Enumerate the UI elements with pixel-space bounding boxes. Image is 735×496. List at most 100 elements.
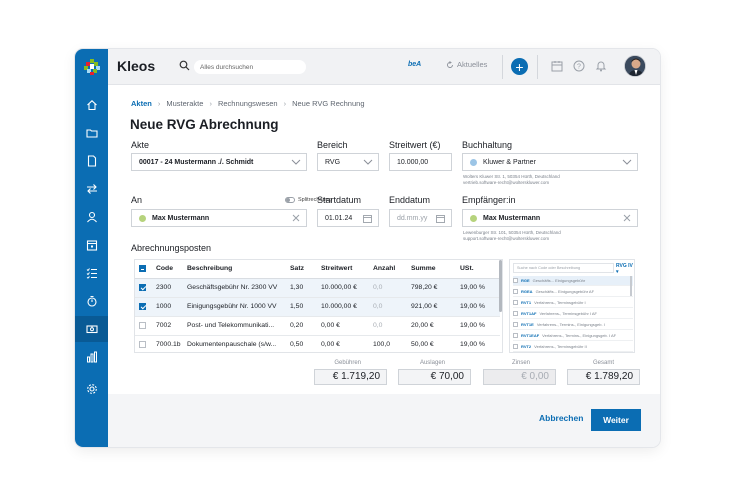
user-avatar[interactable] bbox=[624, 55, 646, 77]
cell-anzahl[interactable]: 0,0 bbox=[369, 316, 407, 336]
news-button[interactable]: Aktuelles bbox=[446, 60, 487, 69]
list-item[interactable]: RVT2 Verfahrens-, Terminsgebühr II bbox=[513, 342, 633, 352]
sidebar-item-settings[interactable] bbox=[75, 376, 108, 402]
cell-ust[interactable]: 19,00 % bbox=[456, 278, 500, 298]
sidebar-item-documents[interactable] bbox=[75, 148, 108, 174]
home-icon bbox=[86, 100, 97, 111]
tasks-icon bbox=[86, 268, 97, 279]
row-checkbox[interactable] bbox=[139, 321, 146, 329]
empfaenger-select[interactable]: Max Mustermann bbox=[462, 209, 638, 227]
calendar-icon[interactable] bbox=[551, 60, 563, 72]
global-search-input[interactable] bbox=[194, 60, 306, 74]
checkbox[interactable] bbox=[513, 333, 518, 338]
select-all-checkbox[interactable] bbox=[135, 260, 152, 279]
bell-icon[interactable] bbox=[595, 60, 607, 72]
cell-summe: 20,00 € bbox=[407, 316, 456, 336]
breadcrumb-item[interactable]: Akten bbox=[131, 99, 152, 108]
bea-button[interactable]: beA bbox=[408, 61, 421, 68]
footer-bar: Abbrechen Weiter bbox=[108, 394, 660, 447]
cell-streitwert[interactable]: 10.000,00 € bbox=[317, 278, 369, 298]
row-checkbox[interactable] bbox=[139, 283, 146, 291]
buchhaltung-select[interactable]: Kluwer & Partner bbox=[462, 153, 638, 171]
sidebar-item-files[interactable] bbox=[75, 120, 108, 146]
checkbox[interactable] bbox=[513, 300, 518, 305]
cell-summe: 798,20 € bbox=[407, 278, 456, 298]
folder-icon bbox=[85, 129, 98, 138]
fee-filter-dropdown[interactable]: RVG IV ▾ bbox=[616, 263, 634, 275]
sidebar-item-home[interactable] bbox=[75, 92, 108, 118]
an-select[interactable]: Max Mustermann bbox=[131, 209, 307, 227]
list-item[interactable]: RVT1 Verfahrens-, Terminsgebühr I bbox=[513, 298, 633, 308]
total-label-gebuehren: Gebühren bbox=[334, 360, 361, 366]
table-scrollbar[interactable] bbox=[499, 260, 502, 312]
cell-anzahl[interactable]: 100,0 bbox=[369, 335, 407, 352]
sidebar-item-billing[interactable] bbox=[75, 316, 108, 342]
cell-satz[interactable]: 0,20 bbox=[286, 316, 317, 336]
streitwert-input[interactable]: 10.000,00 bbox=[389, 153, 452, 171]
breadcrumb-item[interactable]: Musterakte bbox=[166, 99, 203, 108]
cell-streitwert[interactable]: 0,00 € bbox=[317, 316, 369, 336]
cell-ust[interactable]: 19,00 % bbox=[456, 316, 500, 336]
fee-text: Geschäfts... Einigungsgebühr bbox=[532, 278, 586, 283]
checkbox[interactable] bbox=[513, 289, 518, 294]
checkbox[interactable] bbox=[513, 311, 518, 316]
table-header: Code Beschreibung Satz Streitwert Anzahl… bbox=[135, 260, 500, 279]
col-beschreibung: Beschreibung bbox=[183, 260, 286, 279]
sidebar-item-reports[interactable] bbox=[75, 344, 108, 370]
checkbox[interactable] bbox=[513, 278, 518, 283]
cell-anzahl[interactable]: 0,0 bbox=[369, 278, 407, 298]
row-checkbox[interactable] bbox=[139, 340, 146, 348]
calendar-icon[interactable] bbox=[363, 214, 372, 223]
cell-streitwert[interactable]: 0,00 € bbox=[317, 335, 369, 352]
list-item[interactable]: RVT1E Verfahrens-, Termins-, Einigungsgeb… bbox=[513, 320, 633, 330]
checkbox[interactable] bbox=[513, 344, 518, 349]
sidebar-item-tasks[interactable] bbox=[75, 260, 108, 286]
row-checkbox[interactable] bbox=[139, 302, 146, 310]
cancel-button[interactable]: Abbrechen bbox=[539, 413, 583, 423]
reports-icon bbox=[86, 351, 97, 363]
akte-select[interactable]: 00017 - 24 Mustermann ./. Schmidt bbox=[131, 153, 307, 171]
toggle-switch[interactable] bbox=[285, 197, 295, 203]
search-icon[interactable] bbox=[179, 60, 190, 71]
sidebar-item-contacts[interactable] bbox=[75, 204, 108, 230]
list-item[interactable]: RGE Geschäfts... Einigungsgebühr bbox=[513, 276, 633, 286]
next-button[interactable]: Weiter bbox=[591, 409, 641, 431]
bereich-select[interactable]: RVG bbox=[317, 153, 379, 171]
cell-satz[interactable]: 1,30 bbox=[286, 278, 317, 298]
fee-code: RGEA bbox=[521, 289, 533, 294]
list-item[interactable]: RGEA Geschäfts... Einigungsgebühr AF bbox=[513, 287, 633, 297]
fee-text: Verfahrens-, Termins-, Einigungsgeb. I A… bbox=[542, 333, 617, 338]
add-button[interactable]: + bbox=[511, 58, 528, 75]
cell-anzahl[interactable]: 0,0 bbox=[369, 297, 407, 317]
cell-ust[interactable]: 19,00 % bbox=[456, 335, 500, 352]
panel-scrollbar[interactable] bbox=[630, 276, 632, 296]
bereich-label: Bereich bbox=[317, 140, 348, 150]
checkbox[interactable] bbox=[513, 322, 518, 327]
sidebar-item-calendar[interactable] bbox=[75, 232, 108, 258]
cell-satz[interactable]: 1,50 bbox=[286, 297, 317, 317]
table-row[interactable]: 7000.1b Dokumentenpauschale (s/w... 0,50… bbox=[135, 335, 500, 352]
total-label-zinsen: Zinsen bbox=[511, 360, 530, 366]
clear-icon[interactable] bbox=[623, 214, 631, 222]
sidebar-item-transfers[interactable] bbox=[75, 176, 108, 202]
table-row[interactable]: 1000 Einigungsgebühr Nr. 1000 VV 1,50 10… bbox=[135, 297, 500, 317]
checkbox[interactable] bbox=[139, 265, 146, 273]
breadcrumb-item[interactable]: Rechnungswesen bbox=[218, 99, 278, 108]
wolters-kluwer-logo-icon bbox=[83, 59, 100, 75]
enddatum-input[interactable]: dd.mm.yy bbox=[389, 209, 452, 227]
list-item[interactable]: RVT1EAF Verfahrens-, Termins-, Einigungsg… bbox=[513, 331, 633, 341]
fee-text: Verfahrens-, Terminsgebühr I AF bbox=[539, 311, 597, 316]
sidebar-item-time[interactable] bbox=[75, 288, 108, 314]
startdatum-input[interactable]: 01.01.24 bbox=[317, 209, 379, 227]
help-icon[interactable]: ? bbox=[573, 60, 585, 72]
cell-satz[interactable]: 0,50 bbox=[286, 335, 317, 352]
calendar-icon[interactable] bbox=[436, 214, 445, 223]
cell-streitwert[interactable]: 10.000,00 € bbox=[317, 297, 369, 317]
list-item[interactable]: RVT1AF Verfahrens-, Terminsgebühr I AF bbox=[513, 309, 633, 319]
fee-search-input[interactable]: Suche nach Code oder Beschreibung bbox=[513, 263, 614, 273]
clear-icon[interactable] bbox=[292, 214, 300, 222]
table-row[interactable]: 2300 Geschäftsgebühr Nr. 2300 VV 1,30 10… bbox=[135, 278, 500, 298]
cell-ust[interactable]: 19,00 % bbox=[456, 297, 500, 317]
akte-label: Akte bbox=[131, 140, 150, 150]
table-row[interactable]: 7002 Post- und Telekommunikati... 0,20 0… bbox=[135, 316, 500, 336]
